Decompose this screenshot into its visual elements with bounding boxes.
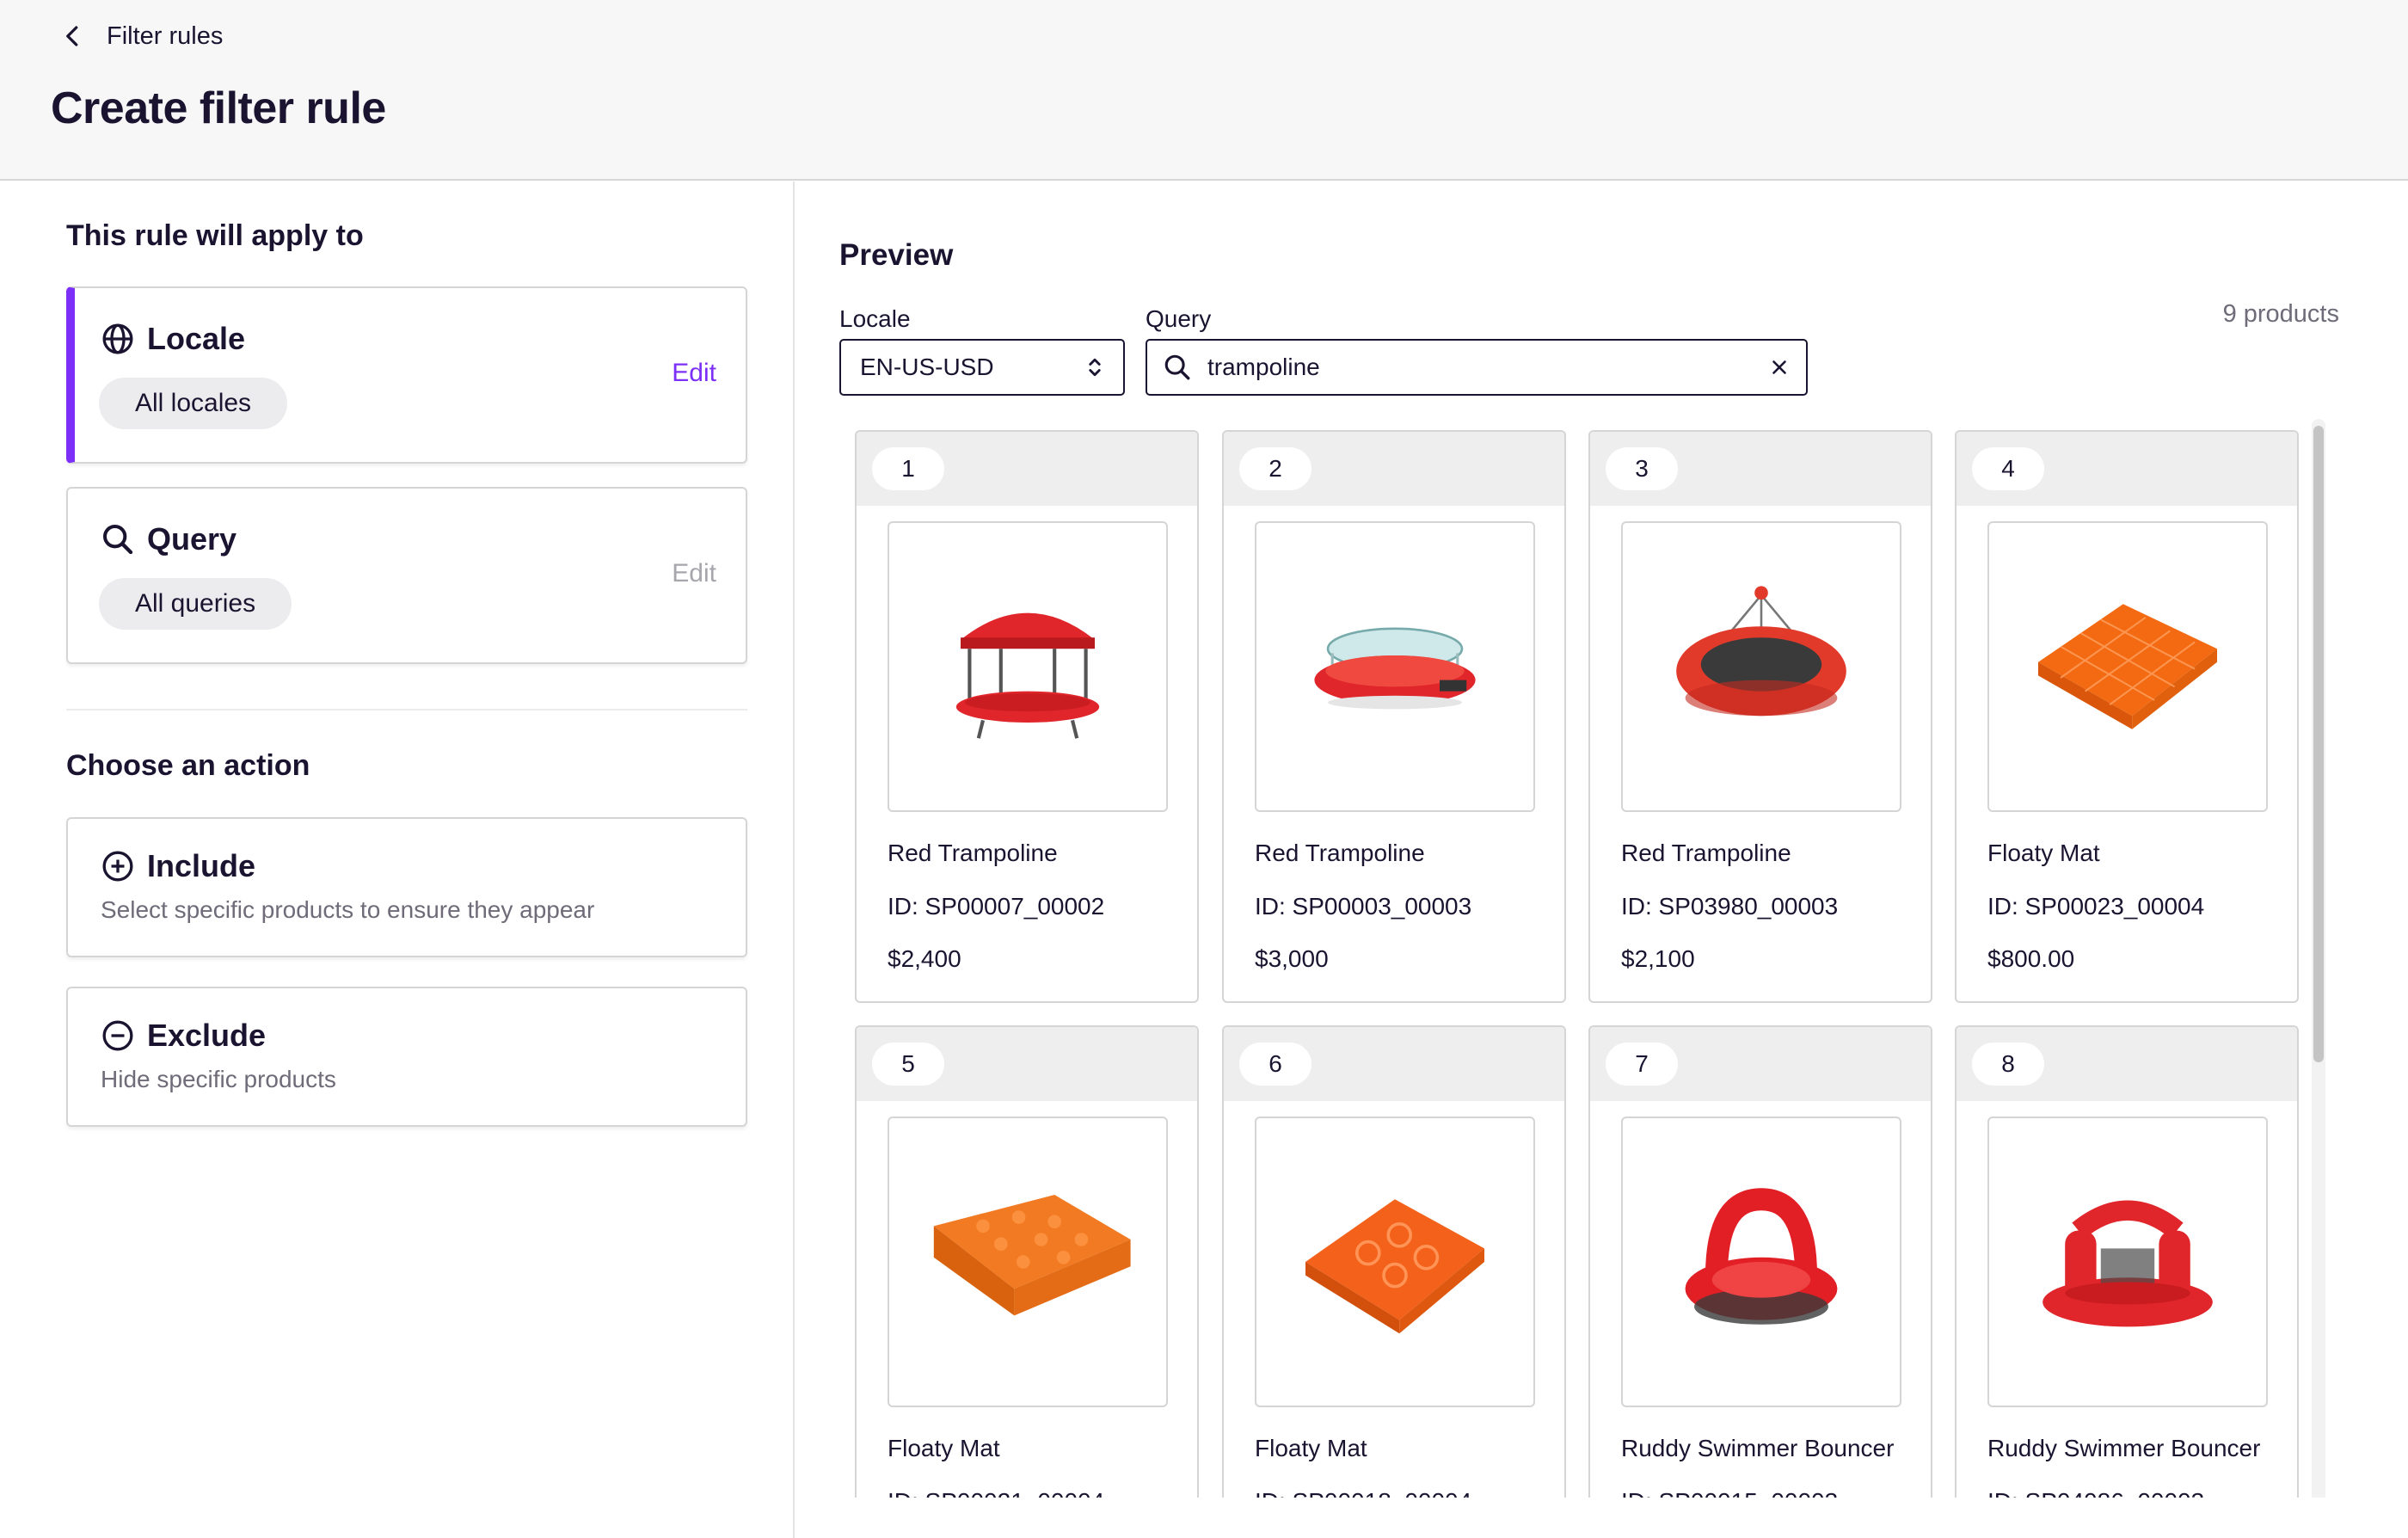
product-price: $2,400 [888, 945, 961, 972]
product-image [1255, 521, 1535, 812]
product-id: ID: SP00023_00004 [1987, 893, 2205, 920]
product-image [1621, 521, 1901, 812]
product-tile[interactable]: 4 Floaty Mat ID: SP00023_00004 $800.00 [1955, 430, 2299, 1003]
locale-card-title: Locale [147, 321, 246, 356]
scope-section-title: This rule will apply to [66, 219, 364, 252]
product-image [888, 1117, 1168, 1407]
product-id: ID: SP00007_00002 [888, 893, 1105, 920]
product-name: Ruddy Swimmer Bouncer [1987, 1435, 2261, 1461]
rank-badge: 7 [1606, 1043, 1678, 1086]
product-tile[interactable]: 8 Ruddy Swimmer Bouncer ID: SP04086_0000… [1955, 1025, 2299, 1498]
red-ring-trampoline-icon [1676, 586, 1846, 717]
product-name: Ruddy Swimmer Bouncer [1621, 1435, 1895, 1461]
action-section-title: Choose an action [66, 749, 310, 782]
locale-card-header: Locale [101, 321, 245, 357]
locale-select[interactable]: EN-US-USD [839, 339, 1125, 396]
product-name: Red Trampoline [1255, 840, 1425, 866]
scrollbar-thumb[interactable] [2313, 426, 2324, 1062]
search-icon [1164, 354, 1190, 380]
product-image [1987, 1117, 2268, 1407]
product-tile[interactable]: 2 Red Trampoline ID: SP00003_00003 $3,00… [1222, 430, 1566, 1003]
product-id: ID: SP03980_00003 [1621, 893, 1839, 920]
orange-quilted-mat-icon [2038, 604, 2217, 729]
rank-badge: 2 [1239, 447, 1312, 490]
product-id: ID: SP00021_00004 [888, 1488, 1104, 1498]
clear-icon[interactable] [1768, 356, 1791, 378]
include-description: Select specific products to ensure they … [101, 896, 595, 923]
page-header: Filter rules Create filter rule [0, 0, 2408, 181]
locale-field-label: Locale [839, 305, 911, 332]
product-image [1621, 1117, 1901, 1407]
query-search-box[interactable] [1146, 339, 1808, 396]
red-canopy-trampoline-icon [955, 612, 1100, 739]
product-name: Floaty Mat [888, 1435, 1000, 1461]
query-edit-link[interactable]: Edit [672, 559, 716, 588]
product-name: Floaty Mat [1987, 840, 2100, 866]
plus-circle-icon [102, 851, 133, 882]
globe-icon [102, 323, 133, 354]
back-link-label: Filter rules [107, 22, 224, 50]
exclude-title: Exclude [147, 1018, 267, 1053]
rank-badge: 1 [872, 447, 944, 490]
rank-badge: 5 [872, 1043, 944, 1086]
product-tile[interactable]: 5 Floaty Mat ID: SP00021_00004 [855, 1025, 1199, 1498]
product-tile[interactable]: 6 Floaty Mat ID: SP00018_00004 [1222, 1025, 1566, 1498]
product-image [888, 521, 1168, 812]
orange-grid-mat-icon [1305, 1199, 1484, 1334]
rank-badge: 3 [1606, 447, 1678, 490]
rank-badge: 8 [1972, 1043, 2044, 1086]
locale-select-value: EN-US-USD [860, 354, 994, 380]
search-icon [102, 525, 133, 555]
minus-circle-icon [102, 1020, 133, 1051]
product-id: ID: SP00018_00004 [1255, 1488, 1471, 1498]
include-card-header: Include [101, 848, 255, 884]
locale-edit-link[interactable]: Edit [672, 359, 716, 388]
product-tile[interactable]: 1 Red Trampoline ID: SP00007_00002 $2,40 [855, 430, 1199, 1003]
query-scope-pill: All queries [99, 578, 292, 630]
product-tile[interactable]: 7 Ruddy Swimmer Bouncer ID: SP00015_0000… [1588, 1025, 1932, 1498]
query-field-label: Query [1146, 305, 1212, 332]
rank-badge: 6 [1239, 1043, 1312, 1086]
preview-scrollbar[interactable] [2312, 419, 2325, 1498]
preview-title: Preview [839, 238, 954, 272]
product-price: $3,000 [1255, 945, 1329, 972]
product-name: Red Trampoline [888, 840, 1058, 866]
section-divider [66, 709, 747, 711]
red-swim-bouncer-icon [1685, 1188, 1838, 1325]
rule-settings-panel: This rule will apply to Locale All local… [0, 181, 795, 1538]
orange-textured-mat-icon [933, 1195, 1131, 1316]
back-link[interactable]: Filter rules [60, 19, 223, 53]
product-id: ID: SP00003_00003 [1255, 893, 1472, 920]
product-id: ID: SP00015_00003 [1621, 1488, 1838, 1498]
product-name: Red Trampoline [1621, 840, 1791, 866]
preview-panel: Preview Locale EN-US-USD Query 9 product… [796, 181, 2408, 1498]
chevron-left-icon [66, 26, 78, 46]
red-low-trampoline-icon [1314, 627, 1476, 710]
locale-card[interactable]: Locale All locales Edit [66, 286, 747, 464]
exclude-action-card[interactable]: Exclude Hide specific products [66, 987, 747, 1127]
exclude-card-header: Exclude [101, 1018, 266, 1054]
include-title: Include [147, 848, 256, 883]
product-price: $2,100 [1621, 945, 1695, 972]
query-card-title: Query [147, 521, 237, 557]
page-title: Create filter rule [51, 83, 386, 133]
product-tile[interactable]: 3 Red Trampoline ID: SP03980_00003 $2,10… [1588, 430, 1932, 1003]
exclude-description: Hide specific products [101, 1066, 336, 1092]
product-image [1987, 521, 2268, 812]
query-card[interactable]: Query All queries Edit [66, 487, 747, 664]
product-id: ID: SP04086_00003 [1987, 1488, 2204, 1498]
product-count: 9 products [2222, 300, 2339, 328]
include-action-card[interactable]: Include Select specific products to ensu… [66, 817, 747, 957]
product-image [1255, 1117, 1535, 1407]
red-bouncer-house-icon [2042, 1200, 2213, 1327]
rank-badge: 4 [1972, 447, 2044, 490]
product-price: $800.00 [1987, 945, 2075, 972]
select-arrows-icon [1089, 358, 1101, 377]
query-input[interactable] [1207, 354, 1753, 381]
product-name: Floaty Mat [1255, 1435, 1367, 1461]
query-card-header: Query [101, 521, 236, 557]
locale-scope-pill: All locales [99, 378, 288, 429]
